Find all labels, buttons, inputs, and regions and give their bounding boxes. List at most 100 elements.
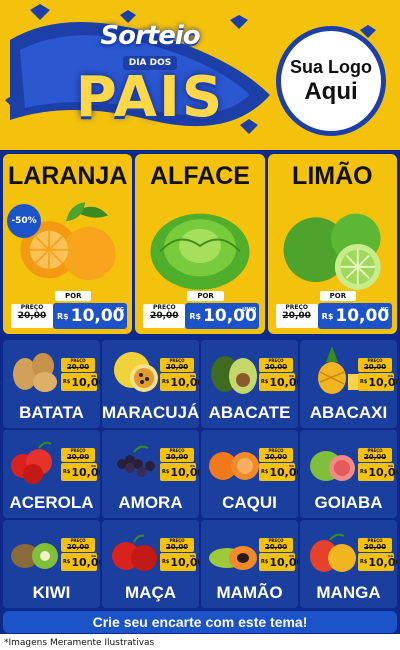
- new-price-box: R$ 10,00 KG: [61, 373, 100, 391]
- unit: KG: [190, 374, 195, 378]
- currency: R$: [63, 469, 71, 475]
- old-price: 20,00: [66, 363, 90, 371]
- product-name: ACEROLA: [9, 493, 94, 512]
- new-price-box: R$ 10,00 KG: [53, 303, 127, 329]
- old-price-box: PREÇO 20,00: [143, 304, 186, 328]
- unit: KG: [289, 464, 294, 468]
- new-price-box: R$ 10,00 UNID: [185, 303, 260, 329]
- featured-card-limão: LIMÃO POR PREÇO 20,00 R$ 10,00 KG: [267, 154, 397, 334]
- blackberry-icon: [117, 445, 155, 477]
- product-name: MANGA: [316, 583, 381, 602]
- campaign-title: Sorteio DIA DOS PAIS: [40, 22, 260, 132]
- product-name: MAÇA: [125, 583, 176, 602]
- old-price: 20,00: [363, 363, 387, 371]
- product-card: PREÇO 20,00 R$ 10,00 KG AMORA: [102, 430, 199, 518]
- product-name: ABACAXI: [309, 403, 388, 422]
- acerola-icon: [11, 441, 52, 484]
- product-name: GOIABA: [314, 493, 383, 512]
- product-card: PREÇO 20,00 R$ 10,00 KG MANGA: [300, 520, 397, 608]
- unit: KG: [116, 307, 124, 313]
- new-price-box: R$ 10,00 KG: [317, 303, 392, 329]
- old-price-box: PREÇO 20,00: [275, 304, 318, 328]
- old-price-box: PREÇO 20,00: [11, 304, 53, 328]
- product-name: KIWI: [32, 583, 71, 602]
- old-price-box: PREÇO 20,00: [160, 538, 194, 552]
- old-price: 20,00: [66, 543, 90, 551]
- currency: R$: [261, 559, 269, 565]
- kiwi-icon: [11, 543, 58, 569]
- price-tag: PREÇO 20,00 R$ 10,00 KG: [61, 358, 100, 394]
- product-name: CAQUI: [222, 493, 277, 512]
- new-price-box: R$ 10,00 KG: [358, 553, 397, 571]
- price-tag: PREÇO 20,00 R$ 10,00 KG: [61, 538, 100, 574]
- currency: R$: [360, 559, 368, 565]
- new-price-box: R$ 10,00 KG: [160, 373, 199, 391]
- price-tag: PREÇO 20,00 R$ 10,00 KG: [358, 538, 397, 574]
- old-price-box: PREÇO 20,00: [61, 358, 95, 372]
- old-price-label: PREÇO: [20, 304, 44, 311]
- old-price-label: PREÇO: [153, 304, 176, 311]
- old-price-box: PREÇO 20,00: [358, 358, 392, 372]
- currency: R$: [57, 311, 69, 321]
- mango-icon: [310, 533, 356, 572]
- old-price-box: PREÇO 20,00: [259, 538, 293, 552]
- unit: KG: [289, 374, 294, 378]
- currency: R$: [261, 379, 269, 385]
- logo-line-2: Aqui: [304, 78, 358, 105]
- new-price-box: R$ 10,00 KG: [160, 553, 199, 571]
- currency: R$: [63, 379, 71, 385]
- currency: R$: [63, 559, 71, 565]
- price-tag: POR PREÇO 20,00 R$ 10,00 KG: [11, 291, 127, 330]
- discount-badge: -50%: [7, 204, 41, 238]
- old-price: 20,00: [66, 453, 90, 461]
- currency: R$: [321, 311, 334, 321]
- product-name: MAMÃO: [216, 583, 283, 602]
- price-tag: PREÇO 20,00 R$ 10,00 KG: [358, 358, 397, 394]
- header-banner: Sorteio DIA DOS PAIS Sua Logo Aqui: [0, 0, 400, 150]
- persimmon-icon: [209, 452, 259, 480]
- disclaimer: *Imagens Meramente Ilustrativas: [4, 638, 155, 648]
- pineapple-icon: [318, 346, 360, 394]
- product-card: PREÇO 20,00 R$ 10,00 KG ABACAXI: [300, 340, 397, 428]
- unit: UNID: [242, 307, 257, 313]
- logo-line-1: Sua Logo: [290, 57, 372, 77]
- price-tag: PREÇO 20,00 R$ 10,00 KG: [358, 448, 397, 484]
- product-name: ABACATE: [208, 403, 291, 422]
- price-tag: PREÇO 20,00 R$ 10,00 KG: [259, 538, 298, 574]
- old-price-box: PREÇO 20,00: [259, 448, 293, 462]
- product-name: MARACUJÁ: [102, 403, 199, 422]
- price-tag: PREÇO 20,00 R$ 10,00 KG: [259, 358, 298, 394]
- old-price-box: PREÇO 20,00: [61, 538, 95, 552]
- price-tag: PREÇO 20,00 R$ 10,00 KG: [259, 448, 298, 484]
- old-price: 20,00: [363, 543, 387, 551]
- product-card: PREÇO 20,00 R$ 10,00 KG ACEROLA: [3, 430, 100, 518]
- price-tag: PREÇO 20,00 R$ 10,00 KG: [61, 448, 100, 484]
- product-card: PREÇO 20,00 R$ 10,00 KG KIWI: [3, 520, 100, 608]
- unit: KG: [91, 464, 96, 468]
- old-price-box: PREÇO 20,00: [358, 538, 392, 552]
- product-card: PREÇO 20,00 R$ 10,00 KG BATATA: [3, 340, 100, 428]
- new-price-box: R$ 10,00 KG: [160, 463, 199, 481]
- featured-name: LIMÃO: [292, 162, 373, 190]
- apple-icon: [112, 534, 157, 571]
- passion-fruit-icon: [114, 352, 158, 392]
- old-price: 20,00: [264, 363, 288, 371]
- old-price-box: PREÇO 20,00: [160, 448, 194, 462]
- cta-banner[interactable]: Crie seu encarte com este tema!: [3, 611, 397, 633]
- product-name: AMORA: [118, 493, 183, 512]
- old-price: 20,00: [264, 453, 288, 461]
- price-tag: PREÇO 20,00 R$ 10,00 KG: [160, 358, 199, 394]
- old-price-box: PREÇO 20,00: [259, 358, 293, 372]
- featured-card-laranja: LARANJA -50% POR PREÇO 20,00 R$ 10,00 KG: [3, 154, 133, 334]
- currency: R$: [189, 311, 202, 321]
- campaign-title-top: Sorteio: [100, 21, 200, 51]
- currency: R$: [360, 469, 368, 475]
- por-label: POR: [187, 291, 224, 301]
- new-price-box: R$ 10,00 KG: [259, 373, 298, 391]
- unit: KG: [91, 374, 96, 378]
- featured-name: ALFACE: [149, 162, 250, 190]
- currency: R$: [162, 469, 170, 475]
- potato-icon: [13, 353, 57, 392]
- cta-bar: Crie seu encarte com este tema!: [0, 610, 400, 634]
- old-price-label: PREÇO: [285, 304, 308, 311]
